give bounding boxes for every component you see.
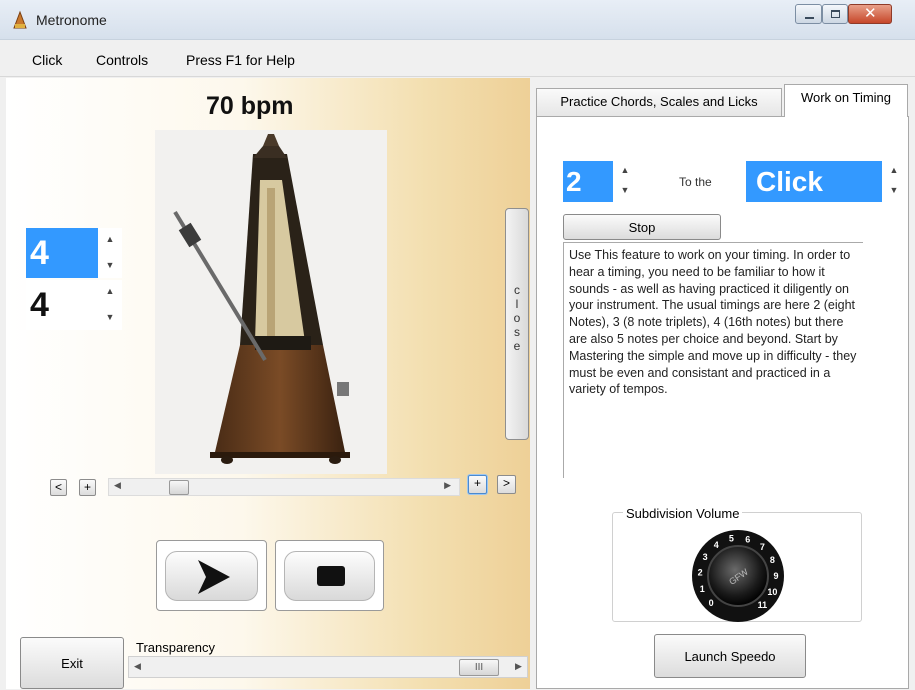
play-icon (198, 560, 230, 594)
metronome-illustration (173, 134, 350, 464)
sound-select-field[interactable]: Click (746, 161, 882, 202)
tab-practice-chords[interactable]: Practice Chords, Scales and Licks (536, 88, 782, 116)
scroll-left-icon[interactable]: ◀ (134, 661, 141, 672)
spin-down-icon[interactable]: ▼ (882, 185, 906, 195)
subdivision-field[interactable]: 2 (563, 161, 613, 202)
volume-knob[interactable]: 012345 67891011 GFW (690, 528, 786, 624)
to-the-label: To the (679, 175, 712, 189)
subdivision-spinner[interactable]: ▲ ▼ (613, 161, 637, 202)
spin-down-icon[interactable]: ▼ (98, 260, 122, 270)
knob-number: 3 (703, 552, 708, 562)
close-icon: ✕ (864, 5, 877, 22)
knob-number: 5 (729, 534, 734, 544)
stop-timing-button[interactable]: Stop (563, 214, 721, 240)
knob-number: 1 (700, 584, 705, 594)
timing-instructions: Use This feature to work on your timing.… (563, 242, 863, 478)
scroll-right-icon[interactable]: ▶ (515, 661, 522, 672)
sound-spinner[interactable]: ▲ ▼ (882, 161, 906, 202)
metronome-image (155, 130, 387, 474)
knob-number: 2 (698, 568, 703, 578)
tempo-increase-small-button[interactable]: > (497, 475, 516, 494)
knob-number: 8 (770, 555, 775, 565)
close-letter: s (514, 325, 520, 339)
title-bar (0, 0, 915, 40)
menu-controls[interactable]: Controls (96, 52, 148, 68)
maximize-button[interactable] (822, 4, 848, 24)
close-letter: e (513, 339, 521, 353)
subdivision-volume-label: Subdivision Volume (623, 506, 743, 521)
spin-up-icon[interactable]: ▲ (98, 234, 122, 244)
spin-up-icon[interactable]: ▲ (882, 165, 906, 175)
menu-click[interactable]: Click (32, 52, 62, 68)
tempo-scrollbar[interactable]: ◀ ▶ (108, 478, 460, 496)
tempo-increase-button[interactable]: + (468, 475, 487, 494)
menu-help-hint[interactable]: Press F1 for Help (186, 52, 295, 68)
beats-spinner[interactable]: ▲ ▼ (98, 228, 122, 278)
scroll-left-icon[interactable]: ◀ (114, 480, 121, 491)
window-title: Metronome (36, 12, 107, 28)
tempo-decrease-button[interactable]: + (79, 479, 96, 496)
close-letter: l (515, 297, 519, 311)
tab-work-on-timing[interactable]: Work on Timing (784, 84, 908, 117)
knob-number: 10 (767, 587, 777, 597)
knob-number: 9 (773, 571, 778, 581)
spin-down-icon[interactable]: ▼ (613, 185, 637, 195)
tempo-scroll-thumb[interactable] (169, 480, 189, 495)
knob-number: 11 (758, 600, 768, 610)
scroll-right-icon[interactable]: ▶ (444, 480, 451, 491)
transparency-scroll-thumb[interactable]: III (459, 659, 499, 676)
transparency-label: Transparency (136, 640, 215, 655)
close-window-button[interactable]: ✕ (848, 4, 892, 24)
spin-up-icon[interactable]: ▲ (98, 286, 122, 296)
play-button[interactable] (156, 540, 267, 611)
close-letter: c (514, 283, 520, 297)
knob-number: 4 (714, 540, 719, 550)
transparency-scrollbar[interactable]: ◀ III ▶ (128, 656, 528, 678)
beats-per-measure-field[interactable]: 4 (26, 228, 98, 278)
metronome-app-icon (13, 10, 27, 29)
launch-speedo-button[interactable]: Launch Speedo (654, 634, 806, 678)
bpm-display: 70 bpm (206, 92, 294, 120)
spin-down-icon[interactable]: ▼ (98, 312, 122, 322)
play-button-face (165, 551, 258, 601)
stop-button-face (284, 551, 375, 601)
exit-button[interactable]: Exit (20, 637, 124, 689)
minimize-button[interactable] (795, 4, 822, 24)
close-letter: o (513, 311, 521, 325)
note-value-spinner[interactable]: ▲ ▼ (98, 280, 122, 330)
maximize-icon (831, 10, 840, 18)
spin-up-icon[interactable]: ▲ (613, 165, 637, 175)
stop-button[interactable] (275, 540, 384, 611)
knob-number: 7 (760, 542, 765, 552)
stop-icon (317, 566, 345, 586)
note-value-field[interactable]: 4 (26, 280, 98, 330)
tempo-decrease-small-button[interactable]: < (50, 479, 67, 496)
knob-number: 0 (709, 598, 714, 608)
close-panel-button[interactable]: c l o s e (505, 208, 529, 440)
knob-number: 6 (745, 534, 750, 544)
minimize-icon (805, 17, 814, 19)
